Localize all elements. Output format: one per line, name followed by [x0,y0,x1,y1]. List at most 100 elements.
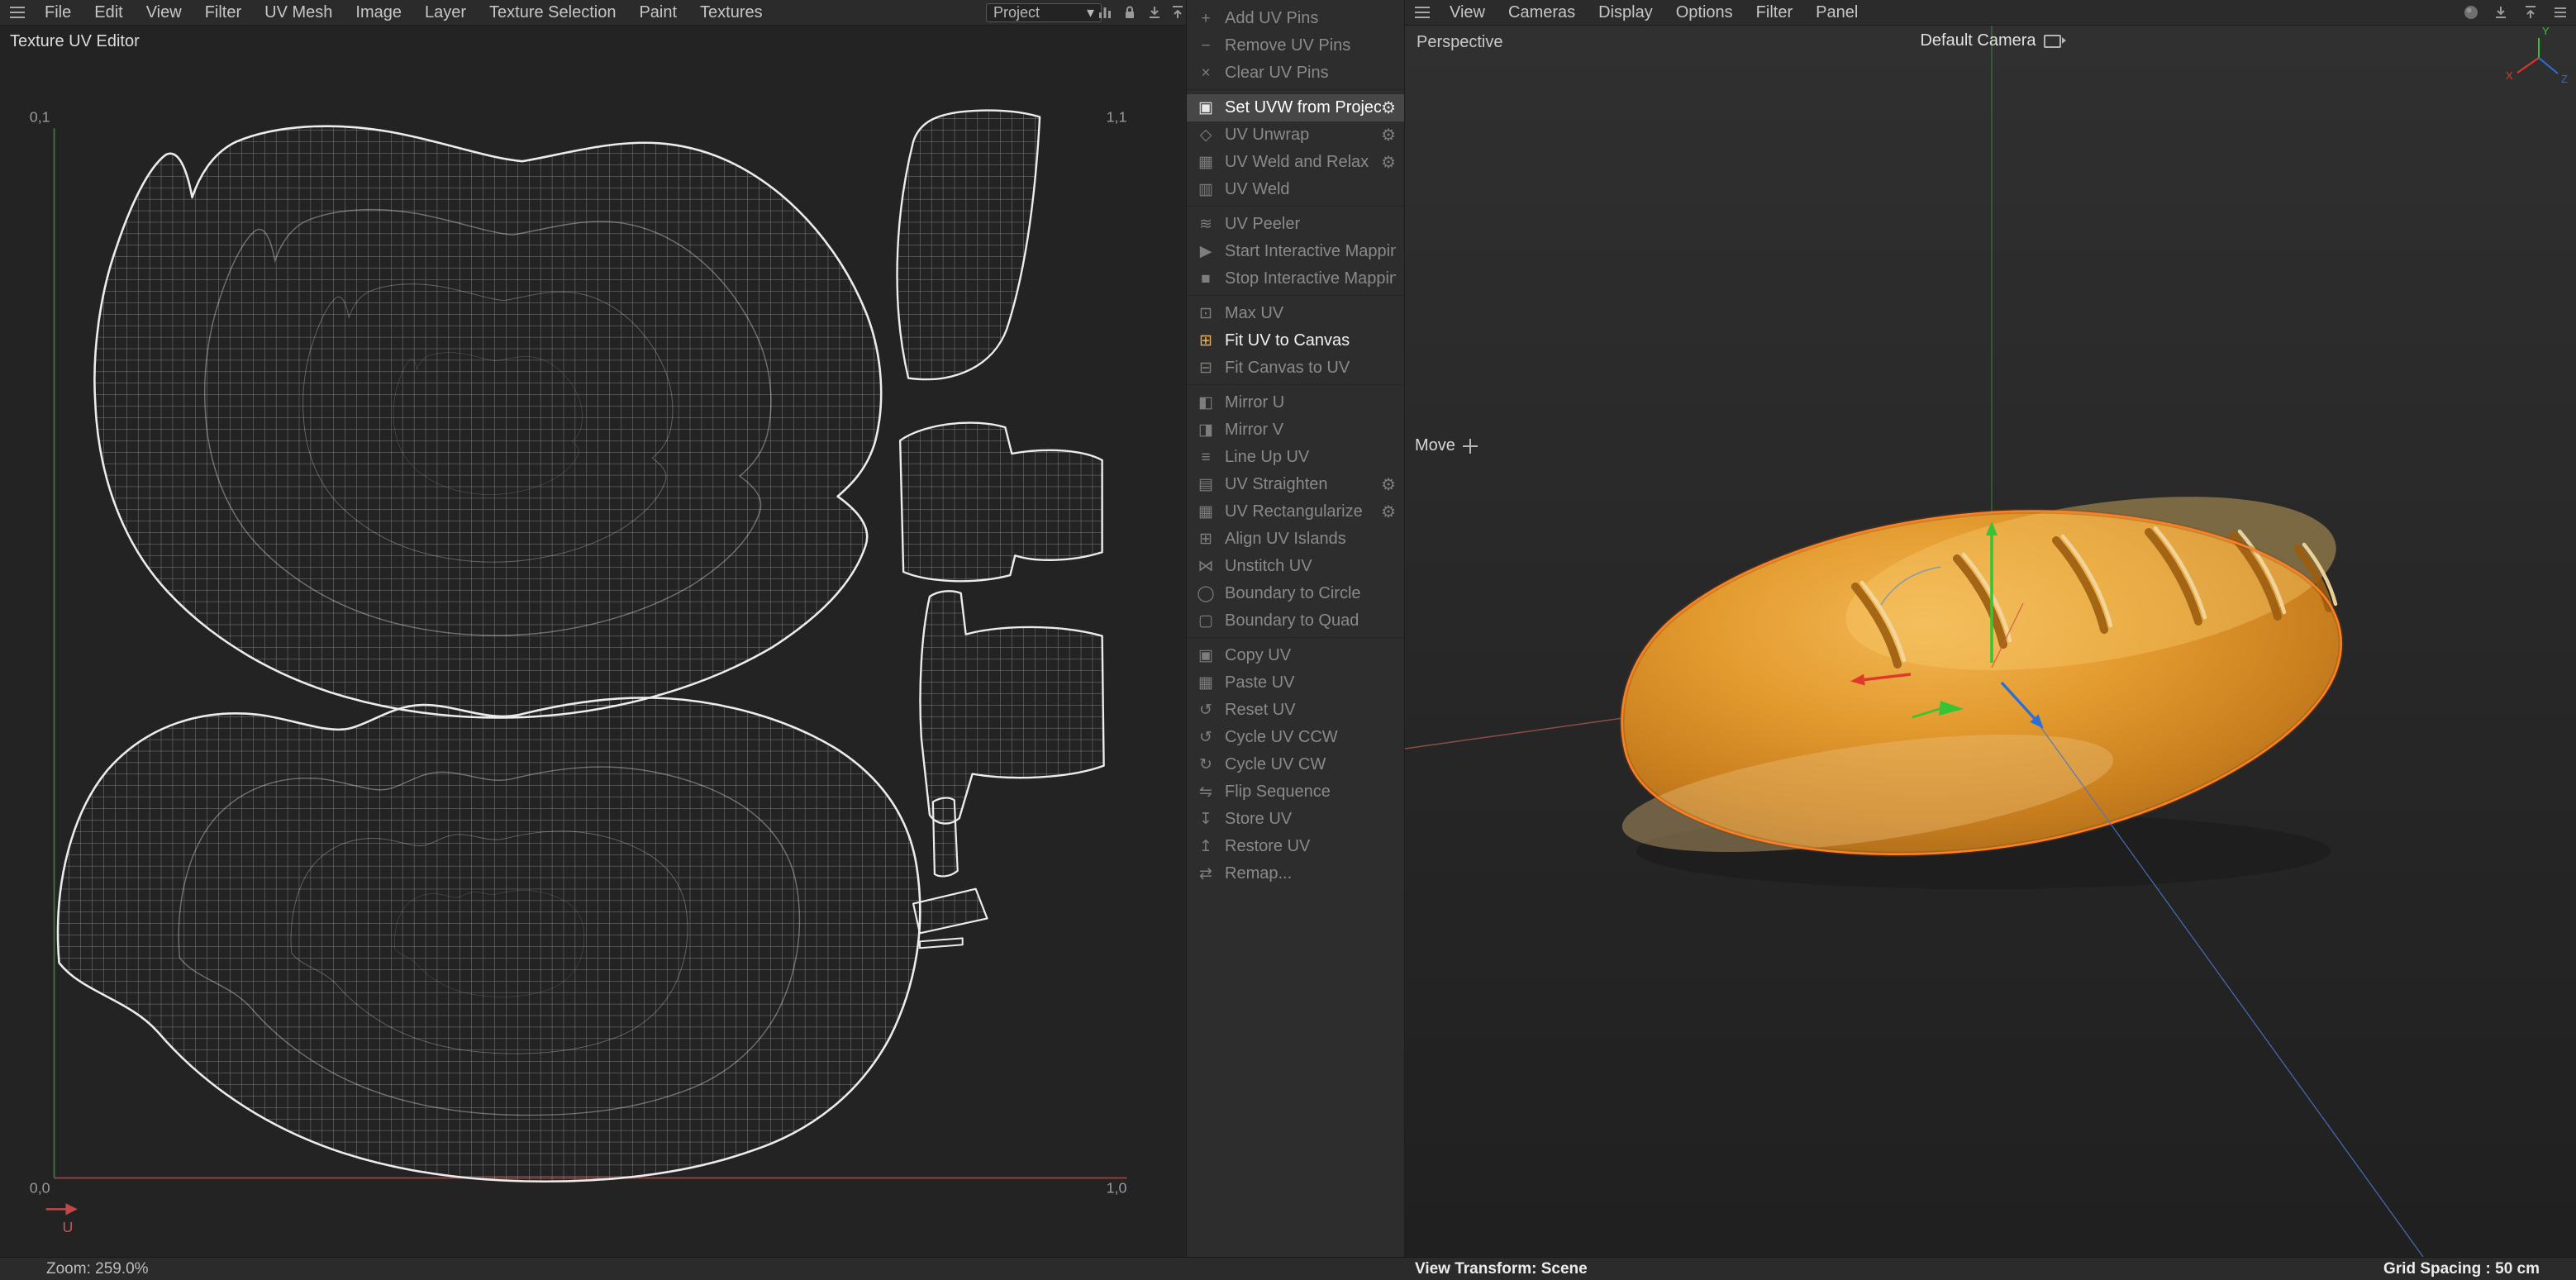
add-uv-pins-icon: + [1195,10,1217,28]
copy-uv-icon: ▣ [1195,646,1217,665]
uv-rectangularize-icon: ▦ [1195,502,1217,521]
export-icon[interactable] [1169,3,1187,21]
view-mode-label[interactable]: Perspective [1417,33,1503,52]
export-icon[interactable] [2521,3,2540,21]
menu-item-clear-uv-pins[interactable]: × Clear UV Pins [1187,59,1404,87]
menu-item-unstitch-uv[interactable]: ⋈ Unstitch UV [1187,553,1404,580]
axis-y-label: Y [2542,25,2550,37]
uv-island-top[interactable] [94,126,881,718]
uv-canvas[interactable]: 0,1 1,1 0,0 1,0 U [0,50,1186,1249]
camera-selector[interactable]: Default Camera [1920,31,2060,50]
line-up-uv-icon: ≡ [1195,449,1217,467]
menu-item-reset-uv[interactable]: ↺ Reset UV [1187,697,1404,724]
uv-command-panel: + Add UV Pins − Remove UV Pins × Clear U… [1186,0,1405,1257]
menu-item-add-uv-pins[interactable]: + Add UV Pins [1187,5,1404,32]
menu-item-uv-weld[interactable]: ▥ UV Weld [1187,176,1404,203]
uv-island-sliver[interactable] [933,798,958,877]
menu-item-line-up-uv[interactable]: ≡ Line Up UV [1187,444,1404,471]
restore-uv-icon: ↥ [1195,837,1217,856]
main-menu-icon[interactable] [5,0,30,25]
active-tool-label: Move [1415,436,1455,455]
move-icon [1463,439,1478,454]
import-icon[interactable] [2492,3,2510,21]
gear-icon[interactable]: ⚙ [1381,502,1396,522]
uv-corner-bottom-right: 1,0 [1107,1179,1127,1196]
menu-item-paste-uv[interactable]: ▦ Paste UV [1187,669,1404,697]
menu-item-stop-interactive-mapping[interactable]: ■ Stop Interactive Mapping [1187,265,1404,293]
menu-filter[interactable]: Filter [193,0,253,25]
menu-item-uv-straighten[interactable]: ▤ UV Straighten ⚙ [1187,471,1404,498]
menu-item-copy-uv[interactable]: ▣ Copy UV [1187,642,1404,669]
gear-icon[interactable]: ⚙ [1381,152,1396,173]
menu-paint[interactable]: Paint [627,0,688,25]
menu-vp-display[interactable]: Display [1587,0,1664,25]
bar-chart-icon[interactable] [1096,3,1114,21]
lock-icon[interactable] [1121,3,1139,21]
menu-item-mirror-v[interactable]: ◨ Mirror V [1187,416,1404,444]
tool-group-interactive: ≋ UV Peeler ▶ Start Interactive Mapping … [1187,211,1404,296]
menu-vp-view[interactable]: View [1438,0,1497,25]
menu-item-remove-uv-pins[interactable]: − Remove UV Pins [1187,32,1404,59]
tool-group-arrange: ◧ Mirror U ◨ Mirror V ≡ Line Up UV ▤ UV … [1187,389,1404,638]
menu-vp-filter[interactable]: Filter [1745,0,1804,25]
menu-vp-panel[interactable]: Panel [1804,0,1869,25]
application-window: File Edit View Filter UV Mesh Image Laye… [0,0,2576,1280]
menu-texture-selection[interactable]: Texture Selection [478,0,627,25]
menu-item-uv-weld-and-relax[interactable]: ▦ UV Weld and Relax ⚙ [1187,149,1404,176]
menu-item-remap[interactable]: ⇄ Remap... [1187,860,1404,887]
menu-item-align-uv-islands[interactable]: ⊞ Align UV Islands [1187,526,1404,553]
menu-item-fit-uv-to-canvas[interactable]: ⊞ Fit UV to Canvas [1187,327,1404,354]
menu-textures[interactable]: Textures [688,0,774,25]
menu-edit[interactable]: Edit [83,0,134,25]
menu-file[interactable]: File [33,0,83,25]
menu-item-start-interactive-mapping[interactable]: ▶ Start Interactive Mapping [1187,238,1404,265]
menu-vp-cameras[interactable]: Cameras [1497,0,1587,25]
menu-item-cycle-uv-cw[interactable]: ↻ Cycle UV CW [1187,751,1404,778]
chevron-down-icon: ▾ [1087,4,1094,21]
menu-image[interactable]: Image [344,0,413,25]
gear-icon[interactable]: ⚙ [1381,125,1396,145]
menu-item-store-uv[interactable]: ↧ Store UV [1187,806,1404,833]
flip-sequence-icon: ⇋ [1195,783,1217,802]
menu-item-restore-uv[interactable]: ↥ Restore UV [1187,833,1404,860]
reset-uv-icon: ↺ [1195,701,1217,720]
menu-item-uv-rectangularize[interactable]: ▦ UV Rectangularize ⚙ [1187,498,1404,526]
paste-uv-icon: ▦ [1195,673,1217,692]
set-uvw-projection-icon: ▣ [1195,98,1217,117]
menu-vp-options[interactable]: Options [1664,0,1745,25]
uv-corner-top-right: 1,1 [1107,108,1127,125]
import-icon[interactable] [1145,3,1164,21]
clear-uv-pins-icon: × [1195,64,1217,83]
menu-item-boundary-to-quad[interactable]: ▢ Boundary to Quad [1187,607,1404,635]
viewport-menu-icon[interactable] [1410,0,1435,25]
unstitch-uv-icon: ⋈ [1195,557,1217,576]
menu-item-uv-peeler[interactable]: ≋ UV Peeler [1187,211,1404,238]
store-uv-icon: ↧ [1195,810,1217,829]
viewport-3d[interactable]: Y X Z Perspective Default Camera Move [1405,25,2576,1257]
menu-icon[interactable] [2551,3,2569,21]
texture-uv-editor-panel: Texture UV Editor 0,1 1,1 0,0 1,0 U [0,25,1186,1257]
project-dropdown[interactable]: Project ▾ [986,3,1102,22]
menu-item-flip-sequence[interactable]: ⇋ Flip Sequence [1187,778,1404,806]
menu-uv-mesh[interactable]: UV Mesh [253,0,344,25]
tool-group-clipboard: ▣ Copy UV ▦ Paste UV ↺ Reset UV ↺ Cycle … [1187,642,1404,890]
menu-item-cycle-uv-ccw[interactable]: ↺ Cycle UV CCW [1187,724,1404,751]
menu-item-set-uvw-from-projection[interactable]: ▣ Set UVW from Projection ⚙ [1187,94,1404,121]
menu-item-uv-unwrap[interactable]: ◇ UV Unwrap ⚙ [1187,121,1404,149]
menu-layer[interactable]: Layer [413,0,478,25]
menu-item-boundary-to-circle[interactable]: ◯ Boundary to Circle [1187,580,1404,607]
sphere-icon[interactable] [2462,3,2480,21]
viewport-canvas[interactable]: Y X Z [1405,25,2576,1257]
fit-canvas-to-uv-icon: ⊟ [1195,359,1217,378]
tool-group-fit: ⊡ Max UV ⊞ Fit UV to Canvas ⊟ Fit Canvas… [1187,300,1404,385]
axis-x-label: X [2506,69,2513,82]
tool-group-pins: + Add UV Pins − Remove UV Pins × Clear U… [1187,5,1404,90]
uv-peeler-icon: ≋ [1195,215,1217,234]
gear-icon[interactable]: ⚙ [1381,98,1396,118]
gear-icon[interactable]: ⚙ [1381,474,1396,495]
u-axis-label: U [63,1219,74,1235]
menu-item-mirror-u[interactable]: ◧ Mirror U [1187,389,1404,416]
menu-view[interactable]: View [135,0,193,25]
menu-item-max-uv[interactable]: ⊡ Max UV [1187,300,1404,327]
menu-item-fit-canvas-to-uv[interactable]: ⊟ Fit Canvas to UV [1187,354,1404,382]
